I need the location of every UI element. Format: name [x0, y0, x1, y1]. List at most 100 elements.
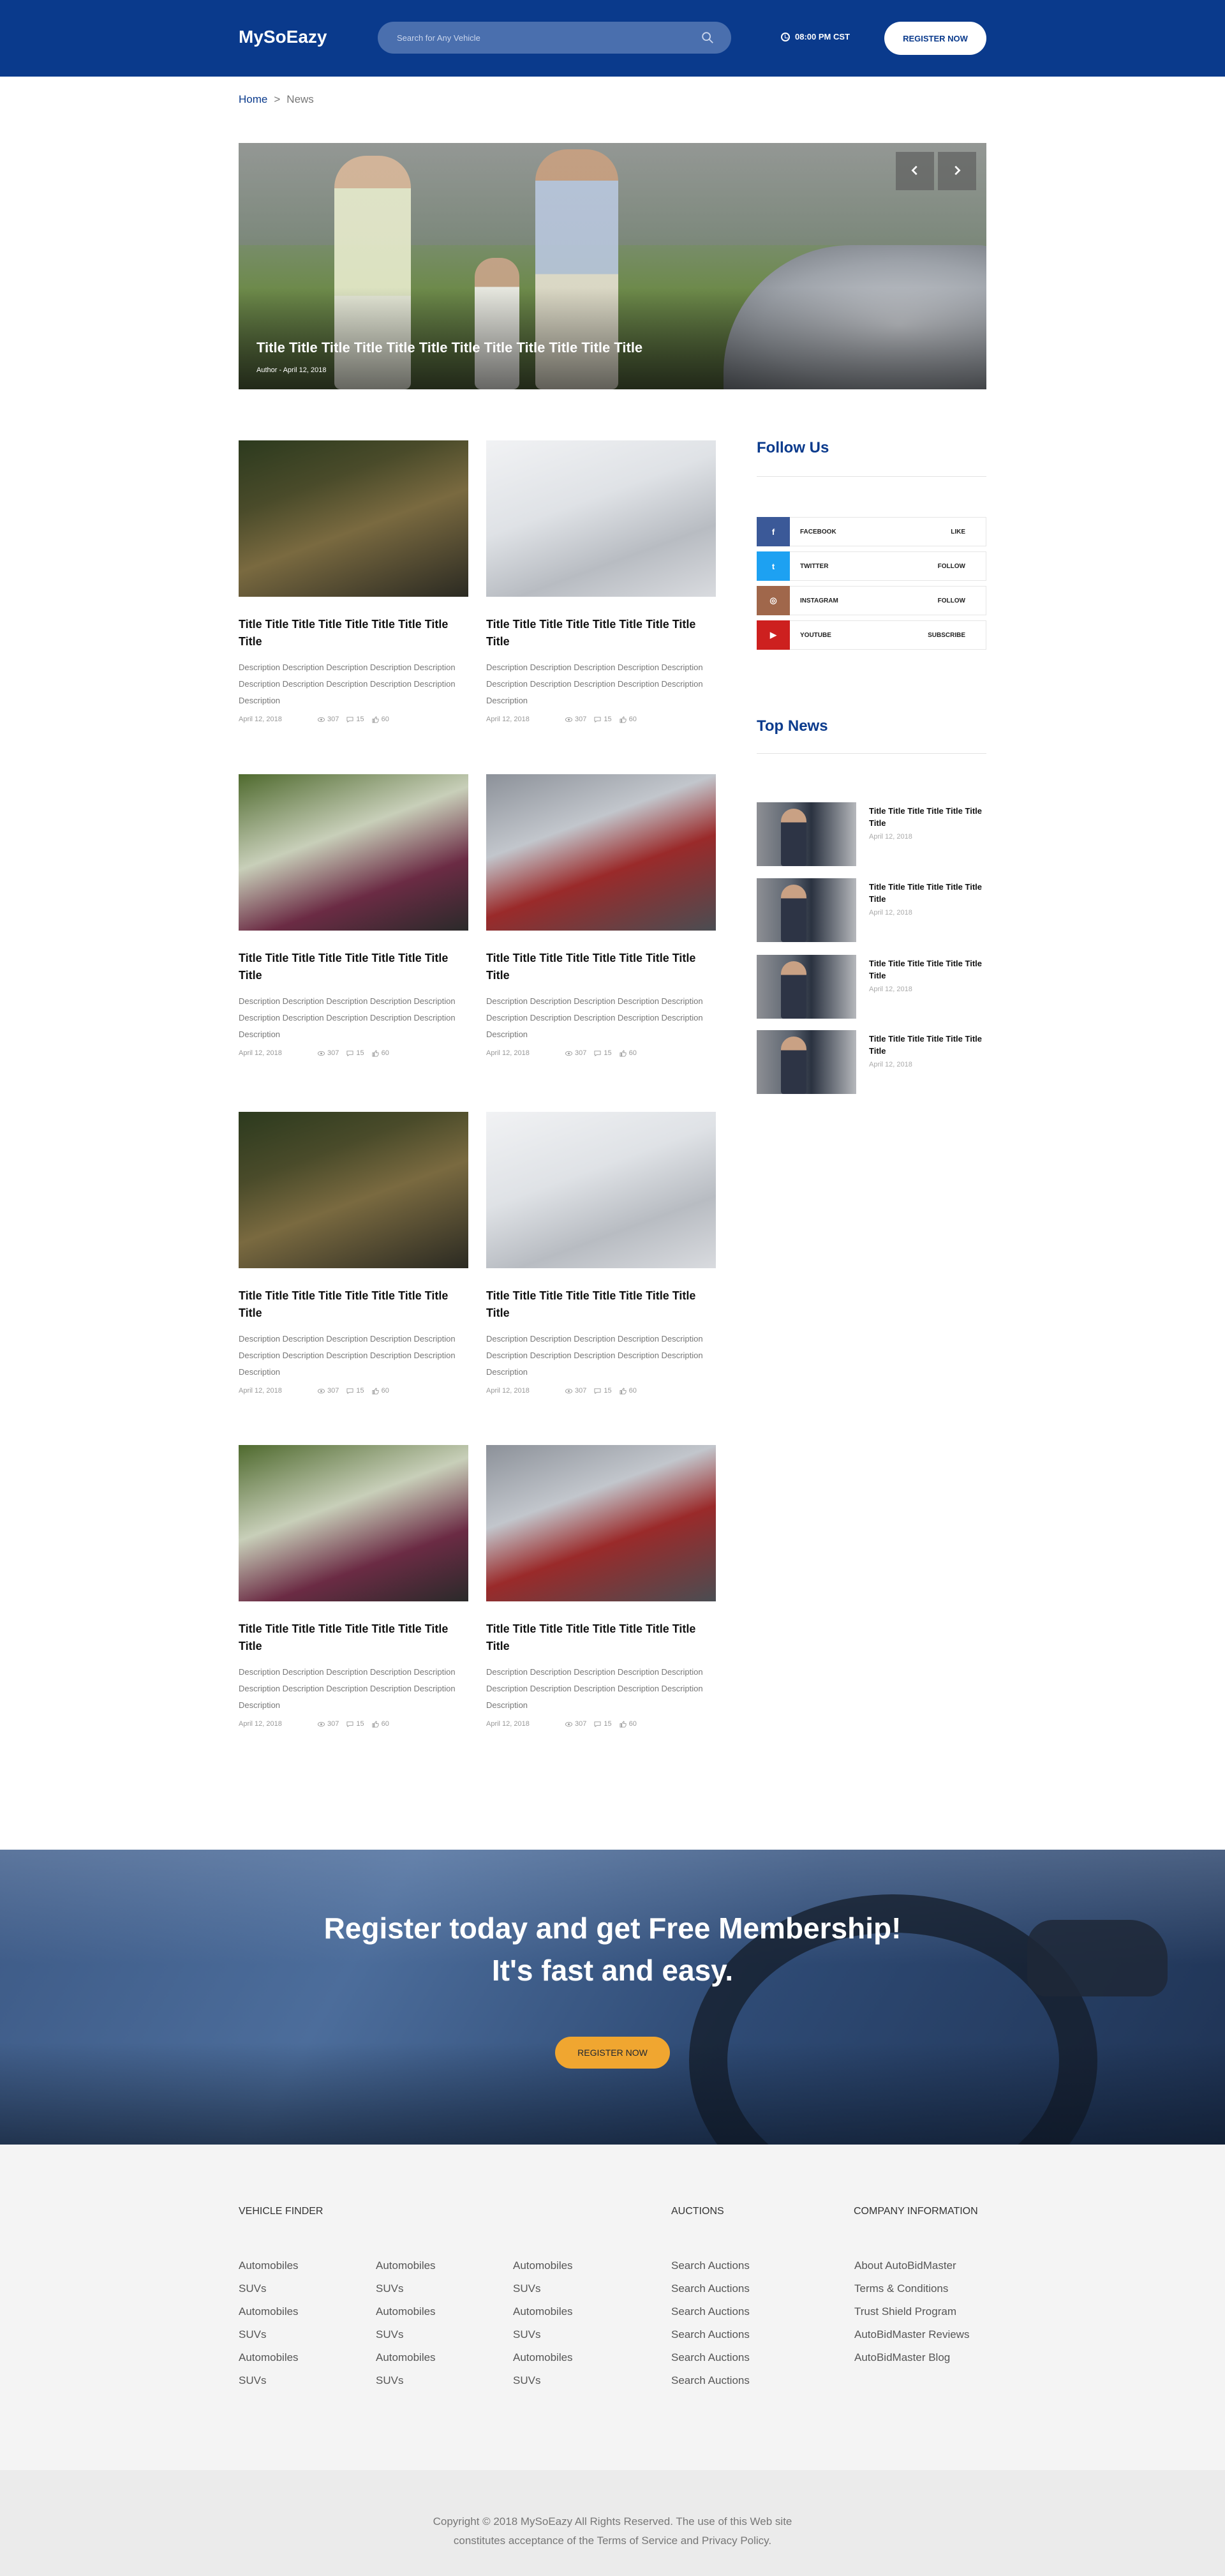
news-description: Description Description Description Desc… [486, 1667, 703, 1710]
register-button[interactable]: REGISTER NOW [884, 22, 986, 55]
news-meta: April 12, 2018 307 15 60 [486, 1049, 716, 1057]
social-action[interactable]: LIKE [951, 528, 965, 535]
hero-slider[interactable]: Title Title Title Title Title Title Titl… [239, 143, 986, 389]
site-logo[interactable]: MySoEazy [239, 27, 327, 47]
top-news-thumbnail[interactable] [757, 955, 856, 1019]
footer-link[interactable]: SUVs [376, 2328, 403, 2341]
footer-link[interactable]: SUVs [513, 2328, 540, 2341]
footer-link[interactable]: Search Auctions [671, 2259, 750, 2272]
footer-link[interactable]: SUVs [513, 2374, 540, 2387]
comment-icon [594, 1721, 601, 1727]
current-time: 08:00 PM CST [781, 32, 850, 41]
footer-link[interactable]: Automobiles [239, 2305, 299, 2318]
search-icon[interactable] [701, 31, 715, 45]
social-action[interactable]: FOLLOW [938, 563, 965, 570]
news-title[interactable]: Title Title Title Title Title Title Titl… [486, 950, 716, 984]
footer-link[interactable]: SUVs [376, 2282, 403, 2295]
eye-icon [318, 1388, 325, 1393]
news-title[interactable]: Title Title Title Title Title Title Titl… [486, 616, 716, 650]
banner-headline: Register today and get Free Membership! … [0, 1907, 1225, 1991]
hero-title[interactable]: Title Title Title Title Title Title Titl… [256, 340, 642, 356]
footer-link[interactable]: Automobiles [239, 2351, 299, 2364]
eye-icon [565, 1388, 572, 1393]
social-instagram[interactable]: ◎ INSTAGRAM FOLLOW [757, 586, 986, 615]
news-date: April 12, 2018 [239, 715, 282, 723]
footer-link[interactable]: Automobiles [513, 2351, 573, 2364]
youtube-icon: ▶ [757, 620, 790, 650]
footer-link[interactable]: Search Auctions [671, 2351, 750, 2364]
top-news-title[interactable]: Title Title Title Title Title Title Titl… [869, 805, 986, 829]
footer-link[interactable]: Automobiles [376, 2351, 436, 2364]
footer-link[interactable]: Automobiles [376, 2305, 436, 2318]
top-news-thumbnail[interactable] [757, 878, 856, 942]
news-title[interactable]: Title Title Title Title Title Title Titl… [239, 1621, 468, 1655]
news-title[interactable]: Title Title Title Title Title Title Titl… [239, 616, 468, 650]
top-news-title[interactable]: Title Title Title Title Title Title Titl… [869, 881, 986, 905]
slider-prev-button[interactable] [896, 152, 934, 190]
news-thumbnail[interactable] [486, 1445, 716, 1601]
news-thumbnail[interactable] [486, 440, 716, 597]
news-card[interactable]: Title Title Title Title Title Title Titl… [486, 1445, 716, 1728]
footer-link[interactable]: SUVs [239, 2374, 266, 2387]
news-thumbnail[interactable] [486, 1112, 716, 1268]
social-twitter[interactable]: t TWITTER FOLLOW [757, 551, 986, 581]
footer-link[interactable]: SUVs [513, 2282, 540, 2295]
news-title[interactable]: Title Title Title Title Title Title Titl… [239, 1287, 468, 1322]
news-thumbnail[interactable] [239, 1112, 468, 1268]
footer-link[interactable]: Automobiles [376, 2259, 436, 2272]
news-thumbnail[interactable] [239, 1445, 468, 1601]
news-title[interactable]: Title Title Title Title Title Title Titl… [239, 950, 468, 984]
search-input[interactable] [397, 31, 678, 44]
news-thumbnail[interactable] [239, 774, 468, 931]
footer-link[interactable]: Automobiles [513, 2305, 573, 2318]
news-card[interactable]: Title Title Title Title Title Title Titl… [239, 1112, 468, 1395]
news-card[interactable]: Title Title Title Title Title Title Titl… [486, 1112, 716, 1395]
footer-link[interactable]: Automobiles [239, 2259, 299, 2272]
footer-link[interactable]: SUVs [376, 2374, 403, 2387]
social-youtube[interactable]: ▶ YOUTUBE SUBSCRIBE [757, 620, 986, 650]
footer-link[interactable]: Search Auctions [671, 2282, 750, 2295]
news-card[interactable]: Title Title Title Title Title Title Titl… [239, 774, 468, 1057]
news-description: Description Description Description Desc… [239, 663, 456, 705]
news-card[interactable]: Title Title Title Title Title Title Titl… [239, 1445, 468, 1728]
top-news-title[interactable]: Title Title Title Title Title Title Titl… [869, 957, 986, 982]
footer-link[interactable]: Search Auctions [671, 2328, 750, 2341]
footer-link[interactable]: Automobiles [513, 2259, 573, 2272]
top-news-title[interactable]: Title Title Title Title Title Title Titl… [869, 1033, 986, 1057]
banner-register-button[interactable]: REGISTER NOW [555, 2037, 670, 2069]
comments-count: 15 [356, 715, 364, 723]
comments-count: 15 [356, 1387, 364, 1395]
footer-link[interactable]: Search Auctions [671, 2305, 750, 2318]
news-title[interactable]: Title Title Title Title Title Title Titl… [486, 1621, 716, 1655]
top-news-item[interactable]: Title Title Title Title Title Title Titl… [757, 802, 986, 866]
top-news-item[interactable]: Title Title Title Title Title Title Titl… [757, 955, 986, 1019]
news-thumbnail[interactable] [486, 774, 716, 931]
footer-link[interactable]: Search Auctions [671, 2374, 750, 2387]
news-meta: April 12, 2018 307 15 60 [239, 715, 468, 723]
footer-link[interactable]: AutoBidMaster Blog [854, 2351, 950, 2364]
breadcrumb-home[interactable]: Home [239, 93, 267, 106]
social-action[interactable]: FOLLOW [938, 597, 965, 604]
social-facebook[interactable]: f FACEBOOK LIKE [757, 517, 986, 546]
breadcrumb: Home > News [239, 93, 314, 106]
footer-link[interactable]: About AutoBidMaster [854, 2259, 956, 2272]
news-card[interactable]: Title Title Title Title Title Title Titl… [486, 774, 716, 1057]
slider-next-button[interactable] [938, 152, 976, 190]
social-action[interactable]: SUBSCRIBE [928, 632, 965, 639]
footer-link[interactable]: Trust Shield Program [854, 2305, 956, 2318]
news-card[interactable]: Title Title Title Title Title Title Titl… [239, 440, 468, 723]
footer-link[interactable]: SUVs [239, 2282, 266, 2295]
top-news-item[interactable]: Title Title Title Title Title Title Titl… [757, 1030, 986, 1094]
top-news-item[interactable]: Title Title Title Title Title Title Titl… [757, 878, 986, 942]
top-news-thumbnail[interactable] [757, 802, 856, 866]
news-thumbnail[interactable] [239, 440, 468, 597]
top-news-thumbnail[interactable] [757, 1030, 856, 1094]
views-count: 307 [575, 715, 587, 723]
news-card[interactable]: Title Title Title Title Title Title Titl… [486, 440, 716, 723]
news-date: April 12, 2018 [486, 715, 530, 723]
footer-link[interactable]: SUVs [239, 2328, 266, 2341]
footer-link[interactable]: AutoBidMaster Reviews [854, 2328, 969, 2341]
news-title[interactable]: Title Title Title Title Title Title Titl… [486, 1287, 716, 1322]
footer-link[interactable]: Terms & Conditions [854, 2282, 948, 2295]
search-bar[interactable] [378, 22, 731, 54]
